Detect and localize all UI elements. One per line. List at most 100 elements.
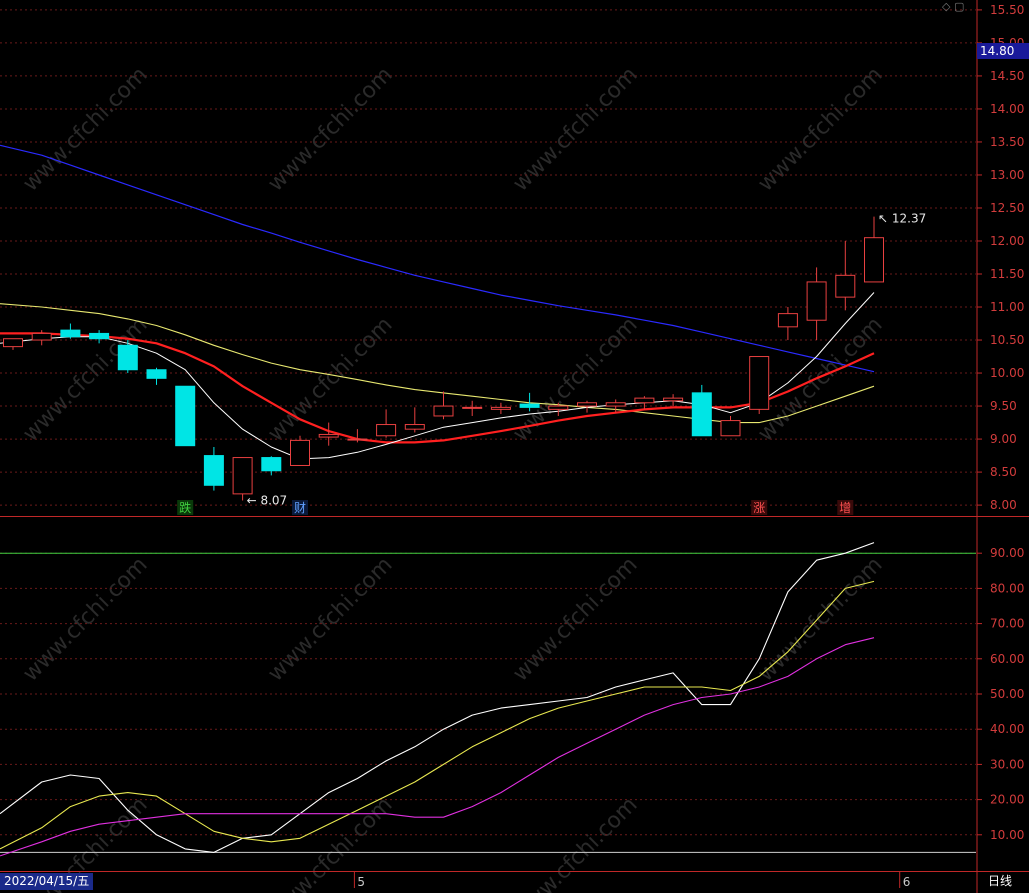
price-tick-label: 9.00 — [990, 432, 1017, 446]
candle — [462, 400, 483, 416]
candle-body — [663, 397, 684, 402]
price-tick-label: 14.00 — [990, 102, 1024, 116]
price-annotation: ↖ 12.37 — [878, 212, 926, 226]
watermark-text: www.cfchi.com — [753, 312, 887, 446]
candle — [490, 402, 511, 414]
candle-body — [806, 281, 827, 321]
indicator-tick-label: 30.00 — [990, 757, 1024, 771]
candle — [3, 338, 23, 350]
indicator-tick-label: 60.00 — [990, 652, 1024, 666]
x-axis-ticks: 56 — [353, 871, 911, 889]
candle — [864, 216, 884, 283]
event-badge: 涨 — [751, 500, 768, 515]
candle-body — [634, 397, 655, 404]
candle-body — [490, 406, 511, 410]
candle-body — [146, 369, 167, 379]
candle-body — [835, 274, 856, 298]
candle-body — [577, 402, 597, 407]
x-tick-label: 5 — [357, 875, 365, 889]
price-tick-label: 10.50 — [990, 333, 1024, 347]
price-tick-label: 11.50 — [990, 267, 1024, 281]
watermark-text: www.cfchi.com — [18, 62, 152, 196]
watermark-text: www.cfchi.com — [508, 792, 642, 893]
candle-body — [3, 338, 23, 348]
candle-body — [347, 438, 368, 441]
candle — [117, 340, 138, 374]
current-price-label: 14.80 — [977, 43, 1029, 59]
indicator-tick-label: 20.00 — [990, 793, 1024, 807]
candle-body — [117, 344, 138, 371]
watermark-text: www.cfchi.com — [263, 552, 397, 686]
badge-text: 跌 — [179, 500, 191, 515]
stock-chart[interactable]: www.cfchi.com www.cfchi.com www.cfchi.com w… — [0, 0, 1029, 893]
candle-body — [749, 356, 770, 410]
price-tick-label: 12.00 — [990, 234, 1024, 248]
candle-body — [175, 385, 196, 447]
indicator-tick-label: 70.00 — [990, 617, 1024, 631]
price-tick-label: 15.50 — [990, 3, 1024, 17]
candle-body — [89, 332, 110, 340]
cursor-date-label: 2022/04/15/五 — [0, 873, 94, 890]
badge-text: 财 — [294, 501, 306, 515]
candle-body — [290, 439, 310, 466]
candle-body — [232, 457, 253, 495]
candle — [347, 429, 368, 443]
candle — [318, 422, 339, 446]
candle — [749, 356, 770, 414]
candle — [60, 323, 81, 339]
candle-body — [720, 420, 741, 437]
indicator-tick-label: 40.00 — [990, 722, 1024, 736]
candle — [691, 384, 712, 437]
period-selector[interactable]: 日线 — [988, 873, 1012, 890]
candle — [261, 456, 282, 476]
candle — [376, 409, 397, 438]
indicator-grid: 10.00 20.00 30.00 40.00 50.00 60.00 70.00 80.00… — [0, 546, 1024, 853]
candlestick-series — [3, 216, 884, 501]
candle — [835, 240, 856, 311]
event-badge: 财 — [292, 500, 308, 515]
chart-toolbar-icons[interactable]: ◇ ▢ — [942, 0, 964, 13]
x-tick-label: 6 — [903, 875, 911, 889]
price-tick-label: 8.50 — [990, 465, 1017, 479]
watermark-text: www.cfchi.com — [508, 552, 642, 686]
price-tick-label: 11.00 — [990, 300, 1024, 314]
watermark-text: www.cfchi.com — [753, 62, 887, 196]
candle — [720, 415, 741, 437]
candle-body — [404, 424, 425, 430]
price-tick-label: 8.00 — [990, 498, 1017, 512]
watermark-text: www.cfchi.com — [508, 62, 642, 196]
indicator-tick-label: 80.00 — [990, 581, 1024, 595]
price-tick-label: 14.50 — [990, 69, 1024, 83]
candle — [634, 396, 655, 410]
candle — [663, 394, 684, 407]
candle-body — [777, 313, 798, 328]
watermark-text: www.cfchi.com — [263, 792, 397, 893]
candle-body — [318, 433, 339, 438]
watermark-text: www.cfchi.com — [753, 552, 887, 686]
axes-layer — [0, 0, 1029, 893]
candle — [146, 367, 167, 385]
candle — [404, 407, 425, 433]
candle-body — [605, 402, 626, 407]
candle-body — [519, 403, 540, 408]
price-tick-label: 13.00 — [990, 168, 1024, 182]
candle-body — [203, 455, 224, 486]
candle — [290, 435, 310, 466]
candle-body — [261, 457, 282, 472]
indicator-tick-label: 10.00 — [990, 828, 1024, 842]
watermark-text: www.cfchi.com — [263, 62, 397, 196]
candle — [806, 267, 827, 341]
candle-body — [31, 332, 52, 341]
event-badge: 跌 — [177, 500, 194, 515]
price-tick-label: 10.00 — [990, 366, 1024, 380]
candle-body — [433, 405, 454, 417]
candle — [175, 385, 196, 447]
candle — [203, 446, 224, 491]
candle-body — [548, 405, 569, 410]
watermark-layer: www.cfchi.com www.cfchi.com www.cfchi.com w… — [18, 62, 887, 893]
indicator-tick-label: 90.00 — [990, 546, 1024, 560]
candle-body — [376, 424, 397, 437]
candle-body — [462, 406, 483, 409]
candle-body — [60, 329, 81, 338]
event-badge: 增 — [837, 500, 854, 515]
